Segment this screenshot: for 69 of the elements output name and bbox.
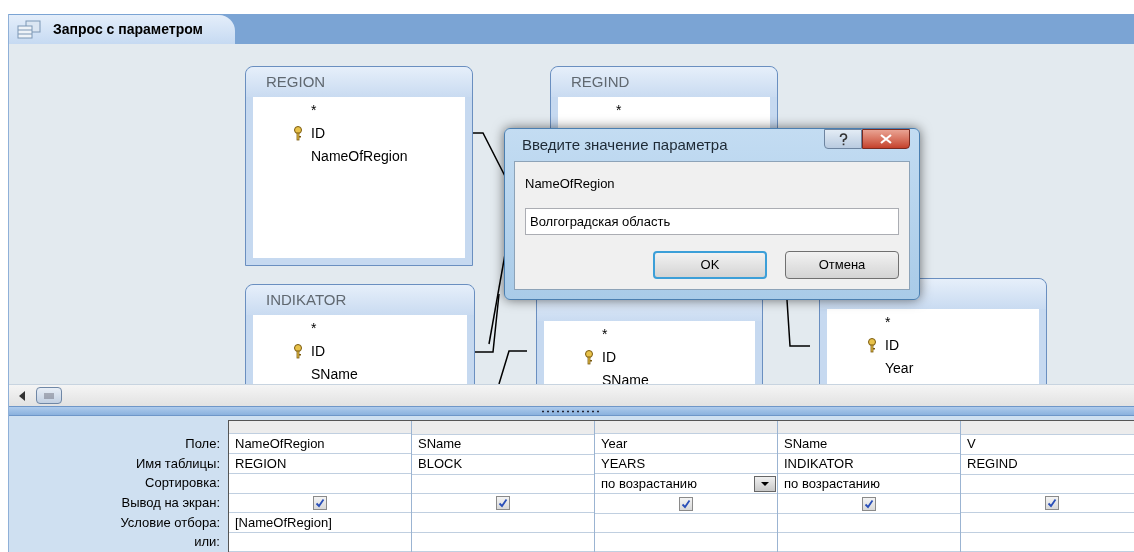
table-title: REGION bbox=[266, 71, 326, 92]
grid-cell[interactable]: V bbox=[967, 434, 976, 454]
dropdown-button[interactable] bbox=[754, 476, 776, 493]
key-icon bbox=[867, 338, 877, 353]
row-label: Поле: bbox=[185, 435, 220, 454]
table-header[interactable]: INDIKATOR bbox=[246, 285, 474, 315]
grid-cell[interactable]: Year bbox=[601, 434, 628, 454]
checkmark-icon bbox=[681, 498, 691, 509]
grid-cell[interactable]: REGIND bbox=[967, 454, 1018, 474]
grid-cell[interactable]: [NameOfRegion] bbox=[235, 512, 332, 533]
checkbox[interactable] bbox=[313, 495, 327, 510]
grid-cell[interactable]: REGION bbox=[235, 454, 287, 474]
grip-icon bbox=[541, 409, 602, 413]
row-label: Имя таблицы: bbox=[135, 454, 220, 473]
grid-cell[interactable]: INDIKATOR bbox=[784, 454, 854, 474]
checkmark-icon bbox=[498, 498, 508, 509]
table-title: REGIND bbox=[571, 71, 630, 92]
field-name[interactable]: NameOfRegion bbox=[311, 146, 408, 167]
checkbox[interactable] bbox=[496, 496, 510, 511]
checkmark-icon bbox=[864, 498, 874, 509]
question-mark-icon bbox=[838, 132, 848, 146]
caret-icon bbox=[761, 482, 769, 487]
checkmark-icon bbox=[1047, 498, 1057, 509]
key-icon bbox=[293, 344, 303, 359]
field-name[interactable]: * bbox=[616, 100, 622, 121]
parameter-input[interactable]: Волгоградская область bbox=[525, 207, 899, 235]
row-label: Вывод на экран: bbox=[121, 494, 220, 513]
key-icon bbox=[293, 126, 303, 141]
field-name[interactable]: ID bbox=[311, 341, 325, 362]
field-name[interactable]: Year bbox=[885, 358, 914, 379]
checkmark-icon bbox=[315, 497, 325, 508]
grid-cell[interactable]: SName bbox=[418, 434, 462, 454]
grid-cell[interactable]: по возрастанию bbox=[784, 474, 880, 494]
field-name[interactable]: ID bbox=[602, 347, 616, 368]
checkbox[interactable] bbox=[1045, 496, 1059, 511]
checkbox[interactable] bbox=[679, 496, 693, 511]
help-button[interactable] bbox=[824, 129, 862, 149]
table-header[interactable]: REGIND bbox=[551, 67, 777, 97]
field-name[interactable]: ID bbox=[885, 335, 899, 356]
grid-cell[interactable]: NameOfRegion bbox=[235, 434, 325, 454]
close-button[interactable] bbox=[862, 129, 910, 149]
grid-cell[interactable]: YEARS bbox=[601, 454, 646, 474]
document-tab[interactable]: Запрос с параметром bbox=[9, 15, 235, 44]
field-name[interactable]: * bbox=[885, 312, 891, 333]
relationship-line bbox=[786, 299, 811, 347]
dialog-button[interactable]: OK bbox=[653, 250, 767, 279]
row-label: Сортировка: bbox=[145, 474, 220, 493]
checkbox[interactable] bbox=[862, 496, 876, 511]
query-icon bbox=[17, 19, 41, 40]
grip-icon bbox=[44, 392, 54, 399]
field-name[interactable]: SName bbox=[311, 364, 358, 384]
table-title: INDIKATOR bbox=[266, 289, 347, 310]
grid-cell[interactable]: SName bbox=[784, 434, 828, 454]
close-icon bbox=[880, 134, 892, 144]
row-label: или: bbox=[194, 533, 220, 552]
field-name[interactable]: * bbox=[311, 318, 317, 339]
table-header[interactable]: REGION bbox=[246, 67, 472, 97]
dialog-title: Введите значение параметра bbox=[521, 134, 728, 155]
row-label: Условие отбора: bbox=[120, 513, 220, 532]
grid-cell[interactable]: по возрастанию bbox=[601, 474, 697, 494]
field-name[interactable]: * bbox=[311, 100, 317, 121]
prompt-label: NameOfRegion bbox=[525, 175, 616, 193]
field-name[interactable]: ID bbox=[311, 123, 325, 144]
grid-cell[interactable]: BLOCK bbox=[418, 454, 463, 474]
field-name[interactable]: * bbox=[602, 324, 608, 345]
scrollbar-thumb[interactable] bbox=[36, 387, 62, 404]
scroll-left-arrow-icon[interactable] bbox=[19, 390, 26, 401]
key-icon bbox=[584, 350, 594, 365]
dialog-button[interactable]: Отмена bbox=[785, 250, 899, 279]
